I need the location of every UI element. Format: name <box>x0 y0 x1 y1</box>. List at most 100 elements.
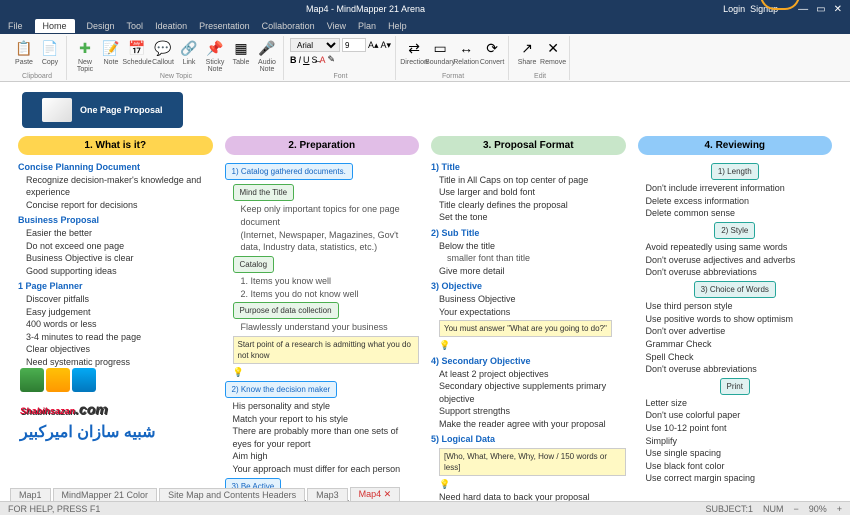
node[interactable]: Title in All Caps on top center of page <box>439 174 626 187</box>
node[interactable]: 400 words or less <box>26 318 213 331</box>
node[interactable]: Use third person style <box>646 300 833 313</box>
doc-tab[interactable]: MindMapper 21 Color <box>53 488 158 501</box>
node[interactable]: 3-4 minutes to read the page <box>26 331 213 344</box>
mindmap-canvas[interactable]: One Page Proposal 1. What is it? Concise… <box>0 82 850 502</box>
branch-1-header[interactable]: 1. What is it? <box>18 136 213 155</box>
new-topic-button[interactable]: ✚New Topic <box>73 38 97 73</box>
node[interactable]: Aim high <box>233 450 420 463</box>
node[interactable]: Business Proposal <box>18 214 213 227</box>
node[interactable]: Concise Planning Document <box>18 161 213 174</box>
node[interactable]: Don't overuse abbreviations <box>646 363 833 376</box>
node[interactable]: There are probably more than one sets of… <box>233 425 420 450</box>
menu-help[interactable]: Help <box>388 21 407 31</box>
node[interactable]: Good supporting ideas <box>26 265 213 278</box>
boundary-button[interactable]: ▭Boundary <box>428 38 452 66</box>
node[interactable]: Don't over advertise <box>646 325 833 338</box>
schedule-button[interactable]: 📅Schedule <box>125 38 149 66</box>
node[interactable]: Print <box>720 378 750 395</box>
node[interactable]: Use positive words to show optimism <box>646 313 833 326</box>
audio-button[interactable]: 🎤Audio Note <box>255 38 279 73</box>
underline-button[interactable]: U <box>303 55 310 65</box>
convert-button[interactable]: ⟳Convert <box>480 38 504 66</box>
node[interactable]: Use black font color <box>646 460 833 473</box>
node[interactable]: Title clearly defines the proposal <box>439 199 626 212</box>
node[interactable]: Do not exceed one page <box>26 240 213 253</box>
remove-button[interactable]: ✕Remove <box>541 38 565 66</box>
node[interactable]: Mind the Title <box>233 184 295 201</box>
root-node[interactable]: One Page Proposal <box>22 92 183 128</box>
highlight-button[interactable]: ✎ <box>328 54 336 65</box>
node[interactable]: Match your report to his style <box>233 413 420 426</box>
branch-2[interactable]: 2. Preparation 1) Catalog gathered docum… <box>225 136 420 502</box>
doc-tab[interactable]: Site Map and Contents Headers <box>159 488 305 501</box>
note-button[interactable]: 📝Note <box>99 38 123 66</box>
node[interactable]: Set the tone <box>439 211 626 224</box>
link-button[interactable]: 🔗Link <box>177 38 201 66</box>
share-button[interactable]: ↗Share <box>515 38 539 66</box>
callout-button[interactable]: 💬Callout <box>151 38 175 66</box>
node[interactable]: Spell Check <box>646 351 833 364</box>
doc-tab-active[interactable]: Map4 ✕ <box>350 487 401 501</box>
node[interactable]: smaller font than title <box>447 252 626 265</box>
paste-button[interactable]: 📋Paste <box>12 38 36 66</box>
node[interactable]: Use 10-12 point font <box>646 422 833 435</box>
font-color-button[interactable]: A <box>320 55 326 65</box>
font-shrink-button[interactable]: A▾ <box>381 40 392 51</box>
zoom-in-button[interactable]: + <box>837 504 842 514</box>
node[interactable]: Grammar Check <box>646 338 833 351</box>
strike-button[interactable]: S̶ <box>312 55 318 65</box>
close-button[interactable]: ✕ <box>834 4 842 15</box>
node[interactable]: 1) Title <box>431 161 626 174</box>
node[interactable]: Support strengths <box>439 405 626 418</box>
menu-home[interactable]: Home <box>35 19 75 33</box>
menu-ideation[interactable]: Ideation <box>155 21 187 31</box>
node[interactable]: Use correct margin spacing <box>646 472 833 485</box>
node[interactable]: 1 Page Planner <box>18 280 213 293</box>
bold-button[interactable]: B <box>290 55 297 65</box>
node[interactable]: Clear objectives <box>26 343 213 356</box>
node[interactable]: 2) Know the decision maker <box>225 381 338 398</box>
node[interactable]: 2) Style <box>714 222 755 239</box>
branch-3[interactable]: 3. Proposal Format 1) Title Title in All… <box>431 136 626 502</box>
node[interactable]: Easy judgement <box>26 306 213 319</box>
node[interactable]: Below the title <box>439 240 626 253</box>
node[interactable]: Use larger and bold font <box>439 186 626 199</box>
node[interactable]: 2) Sub Title <box>431 227 626 240</box>
copy-button[interactable]: 📄Copy <box>38 38 62 66</box>
italic-button[interactable]: I <box>299 55 302 65</box>
node[interactable]: Don't overuse abbreviations <box>646 266 833 279</box>
node[interactable]: Discover pitfalls <box>26 293 213 306</box>
node[interactable]: Make the reader agree with your proposal <box>439 418 626 431</box>
node[interactable]: His personality and style <box>233 400 420 413</box>
node[interactable]: Give more detail <box>439 265 626 278</box>
node[interactable]: 5) Logical Data <box>431 433 626 446</box>
menu-design[interactable]: Design <box>87 21 115 31</box>
node[interactable]: Business Objective <box>439 293 626 306</box>
menu-plan[interactable]: Plan <box>358 21 376 31</box>
doc-tab[interactable]: Map3 <box>307 488 348 501</box>
branch-1[interactable]: 1. What is it? Concise Planning Document… <box>18 136 213 502</box>
menu-collaboration[interactable]: Collaboration <box>262 21 315 31</box>
maximize-button[interactable]: ▭ <box>816 4 825 15</box>
sticky-button[interactable]: 📌Sticky Note <box>203 38 227 73</box>
menu-file[interactable]: File <box>8 21 23 31</box>
font-family-select[interactable]: Arial <box>290 38 340 52</box>
node[interactable]: Easier the better <box>26 227 213 240</box>
direction-button[interactable]: ⇄Direction <box>402 38 426 66</box>
node[interactable]: 1. Items you know well <box>241 275 420 288</box>
menu-presentation[interactable]: Presentation <box>199 21 250 31</box>
node[interactable]: Flawlessly understand your business <box>241 321 420 334</box>
node[interactable]: At least 2 project objectives <box>439 368 626 381</box>
node[interactable]: Don't include irreverent information <box>646 182 833 195</box>
node[interactable]: Use single spacing <box>646 447 833 460</box>
branch-4[interactable]: 4. Reviewing 1) Length Don't include irr… <box>638 136 833 502</box>
node[interactable]: Keep only important topics for one page … <box>241 203 420 228</box>
branch-2-header[interactable]: 2. Preparation <box>225 136 420 155</box>
node[interactable]: Letter size <box>646 397 833 410</box>
menu-tool[interactable]: Tool <box>127 21 144 31</box>
node[interactable]: Business Objective is clear <box>26 252 213 265</box>
node[interactable]: Purpose of data collection <box>233 302 339 319</box>
node[interactable]: Secondary objective supplements primary … <box>439 380 626 405</box>
node[interactable]: 3) Choice of Words <box>694 281 776 298</box>
doc-tab[interactable]: Map1 <box>10 488 51 501</box>
